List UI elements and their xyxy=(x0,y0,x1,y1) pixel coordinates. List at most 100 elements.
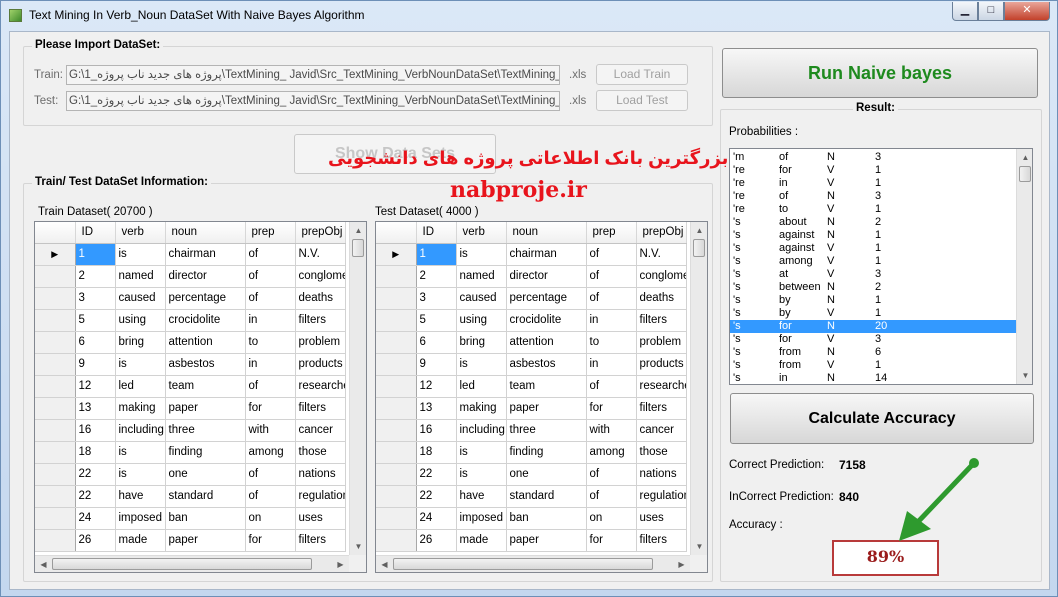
row-header[interactable] xyxy=(376,375,417,398)
table-cell[interactable]: filters xyxy=(636,529,687,552)
table-cell[interactable]: nations xyxy=(636,463,687,486)
table-row[interactable]: 22 is one of nations xyxy=(376,463,687,486)
vertical-scrollbar[interactable]: ▲ ▼ xyxy=(690,222,707,555)
table-cell[interactable]: 1 xyxy=(75,243,116,266)
table-cell[interactable]: director xyxy=(506,265,587,288)
table-cell[interactable]: products xyxy=(295,353,346,376)
table-cell[interactable]: of xyxy=(245,287,296,310)
table-cell[interactable]: 9 xyxy=(416,353,457,376)
table-row[interactable]: 6 bring attention to problem xyxy=(35,331,346,354)
scroll-thumb[interactable] xyxy=(352,239,364,257)
table-cell[interactable]: chairman xyxy=(165,243,246,266)
train-data-grid[interactable]: ID verb noun prep prepObj ▶ 1 is chairman of N.V. 2… xyxy=(34,221,367,573)
row-header[interactable] xyxy=(376,507,417,530)
table-cell[interactable]: 16 xyxy=(75,419,116,442)
table-cell[interactable]: ban xyxy=(165,507,246,530)
list-item[interactable]: 's from N 6 xyxy=(730,346,1016,359)
table-cell[interactable]: 24 xyxy=(416,507,457,530)
scroll-right-icon[interactable]: ▶ xyxy=(332,556,349,572)
list-item[interactable]: 's against N 1 xyxy=(730,229,1016,242)
table-cell[interactable]: paper xyxy=(165,397,246,420)
table-cell[interactable]: is xyxy=(456,243,507,266)
table-cell[interactable]: paper xyxy=(165,529,246,552)
table-cell[interactable]: percentage xyxy=(506,287,587,310)
table-cell[interactable]: 22 xyxy=(416,463,457,486)
row-header[interactable] xyxy=(35,353,76,376)
list-item[interactable]: 's among V 1 xyxy=(730,255,1016,268)
table-cell[interactable]: products xyxy=(636,353,687,376)
table-cell[interactable]: making xyxy=(115,397,166,420)
table-cell[interactable]: of xyxy=(586,375,637,398)
table-cell[interactable]: 6 xyxy=(75,331,116,354)
column-header[interactable]: noun xyxy=(506,222,587,244)
column-header[interactable]: prep xyxy=(245,222,296,244)
table-row[interactable]: 16 including three with cancer xyxy=(35,419,346,442)
table-cell[interactable]: cancer xyxy=(295,419,346,442)
table-cell[interactable]: have xyxy=(456,485,507,508)
column-header[interactable]: verb xyxy=(456,222,507,244)
load-test-button[interactable]: Load Test xyxy=(596,90,688,111)
table-row[interactable]: 2nameddirectorofconglomerate xyxy=(35,265,346,288)
scroll-down-icon[interactable]: ▼ xyxy=(350,538,366,555)
table-cell[interactable]: using xyxy=(115,309,166,332)
table-cell[interactable]: problem xyxy=(636,331,687,354)
row-header[interactable] xyxy=(376,529,417,552)
row-header[interactable] xyxy=(35,331,76,354)
test-data-grid[interactable]: ID verb noun prep prepObj ▶ 1 is chairman of N.V. 2… xyxy=(375,221,708,573)
table-cell[interactable]: chairman xyxy=(506,243,587,266)
table-cell[interactable]: uses xyxy=(636,507,687,530)
table-row[interactable]: 22 is one of nations xyxy=(35,463,346,486)
list-item[interactable]: 's at V 3 xyxy=(730,268,1016,281)
table-cell[interactable]: regulation xyxy=(636,485,687,508)
row-header[interactable] xyxy=(35,441,76,464)
table-cell[interactable]: for xyxy=(586,529,637,552)
table-cell[interactable]: 18 xyxy=(75,441,116,464)
column-header[interactable]: ID xyxy=(75,222,116,244)
list-item[interactable]: 're of N 3 xyxy=(730,190,1016,203)
table-cell[interactable]: imposed xyxy=(456,507,507,530)
row-header[interactable] xyxy=(376,463,417,486)
probabilities-listbox[interactable]: 'm of N 3 're for V 1 're in V 1 're of N 3 're to V 1 's abo… xyxy=(729,148,1033,385)
table-cell[interactable]: 26 xyxy=(416,529,457,552)
scroll-down-icon[interactable]: ▼ xyxy=(691,538,707,555)
table-row[interactable]: 9 is asbestos in products xyxy=(35,353,346,376)
table-cell[interactable]: caused xyxy=(115,287,166,310)
column-header[interactable]: prepObj xyxy=(636,222,687,244)
table-cell[interactable]: 6 xyxy=(416,331,457,354)
table-cell[interactable]: filters xyxy=(636,309,687,332)
row-header[interactable] xyxy=(35,287,76,310)
table-row[interactable]: ▶ 1 is chairman of N.V. xyxy=(376,243,687,266)
table-cell[interactable]: made xyxy=(456,529,507,552)
list-item[interactable]: 's by V 1 xyxy=(730,307,1016,320)
table-cell[interactable]: finding xyxy=(165,441,246,464)
table-cell[interactable]: is xyxy=(115,243,166,266)
table-row[interactable]: 9 is asbestos in products xyxy=(376,353,687,376)
table-cell[interactable]: three xyxy=(506,419,587,442)
scroll-thumb[interactable] xyxy=(393,558,653,570)
table-row[interactable]: 3 caused percentage of deaths xyxy=(35,287,346,310)
table-cell[interactable]: 5 xyxy=(416,309,457,332)
scroll-down-icon[interactable]: ▼ xyxy=(1017,367,1032,384)
table-cell[interactable]: in xyxy=(586,353,637,376)
table-cell[interactable]: of xyxy=(245,265,296,288)
row-header[interactable] xyxy=(376,441,417,464)
maximize-button[interactable]: □ xyxy=(978,2,1004,21)
column-header[interactable]: prep xyxy=(586,222,637,244)
table-row[interactable]: ▶ 1 is chairman of N.V. xyxy=(35,243,346,266)
column-header[interactable]: ID xyxy=(416,222,457,244)
row-header[interactable] xyxy=(35,419,76,442)
table-cell[interactable]: of xyxy=(586,485,637,508)
table-cell[interactable]: 1 xyxy=(416,243,457,266)
row-header[interactable] xyxy=(376,309,417,332)
table-row[interactable]: 12ledteamofresearchers xyxy=(376,375,687,398)
list-item[interactable]: 's between N 2 xyxy=(730,281,1016,294)
column-header[interactable]: verb xyxy=(115,222,166,244)
table-cell[interactable]: 22 xyxy=(75,463,116,486)
table-cell[interactable]: problem xyxy=(295,331,346,354)
table-cell[interactable]: of xyxy=(245,463,296,486)
train-path-input[interactable]: G:\1_پروژه های جدید ناب پروژه\TextMining… xyxy=(66,65,560,85)
table-cell[interactable]: filters xyxy=(295,529,346,552)
list-item[interactable]: 's by N 1 xyxy=(730,294,1016,307)
row-header[interactable] xyxy=(35,463,76,486)
table-row[interactable]: 18 is finding among those xyxy=(376,441,687,464)
